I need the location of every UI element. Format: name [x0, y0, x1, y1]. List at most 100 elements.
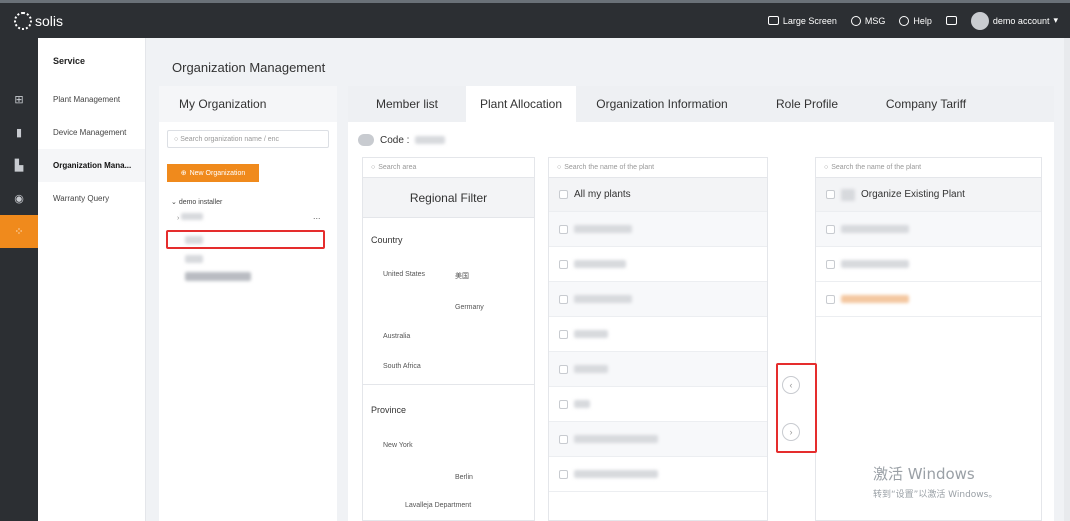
- plant-checkbox[interactable]: [559, 294, 568, 304]
- help-button[interactable]: Help: [899, 15, 932, 26]
- avatar: [970, 11, 989, 30]
- blurred-plant-name: [841, 260, 909, 268]
- blurred-code-value: [415, 136, 446, 144]
- blurred-org-name: [185, 272, 251, 281]
- country-option[interactable]: Germany: [455, 304, 484, 311]
- area-search-input[interactable]: ○ Search area: [363, 158, 534, 178]
- org-panel-title: My Organization: [159, 86, 337, 122]
- plant-checkbox[interactable]: [559, 434, 568, 444]
- plant-list-item[interactable]: [549, 212, 767, 247]
- large-screen-button[interactable]: Large Screen: [767, 16, 837, 26]
- plant-checkbox[interactable]: [826, 259, 835, 269]
- page-title: Organization Management: [172, 60, 326, 75]
- divider: [363, 384, 534, 385]
- monitor-icon: [767, 16, 779, 25]
- top-bar: solis Large Screen MSG Help demo account…: [0, 0, 1070, 38]
- more-options-button[interactable]: ...: [313, 211, 321, 221]
- organize-existing-plant-label: Organize Existing Plant: [861, 189, 965, 200]
- plant-allocation-panel: Member list Plant Allocation Organizatio…: [348, 86, 1054, 521]
- menu-item-device-management[interactable]: Device Management: [38, 116, 145, 149]
- menu-item-organization-management[interactable]: Organization Mana...: [38, 149, 145, 182]
- blurred-plant-name: [841, 225, 909, 233]
- assigned-plant-item[interactable]: [816, 212, 1041, 247]
- select-all-assigned-row[interactable]: Organize Existing Plant: [816, 178, 1041, 212]
- assigned-plant-search-placeholder: Search the name of the plant: [831, 164, 922, 171]
- solis-logo[interactable]: solis: [14, 11, 63, 30]
- plant-list-item[interactable]: [549, 387, 767, 422]
- device-icon[interactable]: ▮: [0, 116, 38, 149]
- org-search-input[interactable]: ○ Search organization name / enc: [167, 130, 329, 148]
- province-option[interactable]: Lavalleja Department: [405, 502, 471, 509]
- blurred-org-name: [185, 255, 203, 263]
- plant-list-item[interactable]: [549, 282, 767, 317]
- assigned-plant-item[interactable]: [816, 247, 1041, 282]
- province-option[interactable]: Berlin: [455, 474, 473, 481]
- account-name: demo account: [992, 15, 1050, 26]
- plant-checkbox[interactable]: [559, 259, 568, 269]
- plant-list-item[interactable]: [549, 317, 767, 352]
- regional-filter-column: ○ Search area Regional Filter Country Un…: [362, 157, 535, 521]
- chevron-down-icon: ⌄: [171, 199, 179, 206]
- plant-checkbox[interactable]: [559, 399, 568, 409]
- country-option[interactable]: United States: [383, 271, 425, 278]
- select-all-checkbox[interactable]: [559, 190, 568, 199]
- msg-button[interactable]: MSG: [850, 15, 886, 26]
- plant-list-item[interactable]: [549, 457, 767, 492]
- tree-node-child[interactable]: ›: [177, 212, 204, 222]
- assigned-plant-item[interactable]: [816, 282, 1041, 317]
- blurred-plant-name: [574, 225, 632, 233]
- area-search-placeholder: Search area: [378, 164, 417, 171]
- new-organization-label: New Organization: [189, 169, 246, 177]
- plant-checkbox[interactable]: [559, 364, 568, 374]
- plant-list-item[interactable]: [549, 422, 767, 457]
- blurred-plant-name: [574, 470, 658, 478]
- caret-down-icon: ▾: [1053, 15, 1058, 25]
- menu-item-warranty-query[interactable]: Warranty Query: [38, 182, 145, 215]
- menu-item-plant-management[interactable]: Plant Management: [38, 83, 145, 116]
- tree-node[interactable]: [185, 272, 251, 283]
- plant-checkbox[interactable]: [826, 224, 835, 234]
- plus-circle-icon: ⊕: [180, 170, 187, 177]
- export-icon: [945, 16, 957, 25]
- eye-icon[interactable]: ◉: [0, 182, 38, 215]
- page-scrollbar[interactable]: [1064, 38, 1070, 521]
- select-all-assigned-checkbox[interactable]: [826, 190, 835, 199]
- country-option[interactable]: Australia: [383, 333, 410, 340]
- activation-watermark-title: 激活 Windows: [873, 465, 975, 483]
- country-option[interactable]: 美国: [455, 271, 469, 281]
- tree-node-root[interactable]: ⌄ demo installer: [171, 198, 222, 206]
- tab-bar: Member list Plant Allocation Organizatio…: [348, 86, 1054, 122]
- tab-member-list[interactable]: Member list: [348, 86, 466, 122]
- plant-checkbox[interactable]: [559, 469, 568, 479]
- assigned-plant-search-input[interactable]: ○ Search the name of the plant: [816, 158, 1041, 178]
- province-option[interactable]: New York: [383, 442, 413, 449]
- blurred-plant-name: [841, 295, 909, 303]
- tab-company-tariff[interactable]: Company Tariff: [866, 86, 986, 122]
- plant-list-item[interactable]: [549, 352, 767, 387]
- export-button[interactable]: [945, 16, 957, 25]
- apps-icon[interactable]: ⁘: [0, 215, 38, 248]
- tab-role-profile[interactable]: Role Profile: [748, 86, 866, 122]
- org-avatar: [358, 134, 374, 146]
- new-organization-button[interactable]: ⊕ New Organization: [167, 164, 259, 182]
- tab-plant-allocation[interactable]: Plant Allocation: [466, 86, 576, 122]
- blurred-plant-name: [574, 330, 608, 338]
- plant-checkbox[interactable]: [559, 329, 568, 339]
- country-option[interactable]: South Africa: [383, 363, 421, 370]
- highlight-box-org: [166, 230, 325, 249]
- blurred-plant-name: [574, 260, 626, 268]
- plant-search-input[interactable]: ○ Search the name of the plant: [549, 158, 767, 178]
- chart-icon[interactable]: ▙: [0, 149, 38, 182]
- plant-checkbox[interactable]: [559, 224, 568, 234]
- all-plants-label: All my plants: [574, 189, 631, 200]
- plant-list-item[interactable]: [549, 247, 767, 282]
- select-all-plants-row[interactable]: All my plants: [549, 178, 767, 212]
- plant-checkbox[interactable]: [826, 294, 835, 304]
- blurred-org-name: [181, 213, 204, 220]
- organization-code: Code :: [358, 134, 446, 146]
- account-menu[interactable]: demo account ▾: [970, 11, 1058, 30]
- tab-organization-information[interactable]: Organization Information: [576, 86, 748, 122]
- msg-label: MSG: [864, 15, 886, 26]
- tree-node[interactable]: [185, 255, 203, 265]
- grid-icon[interactable]: ⊞: [0, 83, 38, 116]
